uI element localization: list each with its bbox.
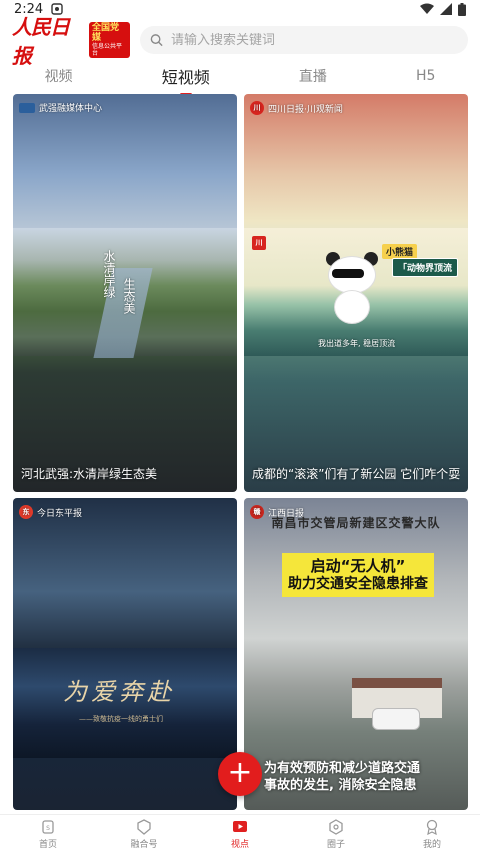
logo-badge-sub: 信息公共平台: [91, 43, 122, 57]
logo-badge-main: 全国党媒: [91, 23, 119, 43]
banner-line: 启动“无人机”: [310, 557, 406, 575]
search-icon: [150, 34, 163, 47]
card-title: 成都的“滚滚”们有了新公园 它们咋个耍: [252, 467, 460, 481]
header: 人民日报 全国党媒 信息公共平台: [0, 15, 480, 68]
tab-live[interactable]: 直播: [289, 62, 337, 90]
tab-video[interactable]: 视频: [35, 62, 83, 90]
overlay-subtitle: 为有效预防和减少道路交通 事故的发生, 消除安全隐患: [264, 760, 420, 794]
add-button[interactable]: +: [218, 752, 262, 796]
overlay-title: 为爱奔赴: [63, 678, 175, 706]
home-icon: S: [42, 820, 54, 834]
tag-label: 小熊猫: [382, 244, 418, 259]
source-name: 武强融媒体中心: [39, 104, 103, 114]
nav-label: 首页: [38, 840, 57, 850]
tab-h5[interactable]: H5: [406, 64, 445, 88]
nav-item-circle[interactable]: 圈子: [306, 819, 366, 850]
profile-icon: [426, 819, 438, 835]
overlay-banner: 启动“无人机” 助力交通安全隐患排查: [282, 553, 434, 597]
overlay-header: 南昌市交管局新建区交警大队: [271, 516, 441, 530]
subtitle-line: 事故的发生, 消除安全隐患: [264, 778, 417, 793]
video-thumbnail: 为爱奔赴 ——致敬抗疫一线的勇士们: [13, 648, 237, 758]
tab-short-video[interactable]: 短视频: [152, 60, 220, 96]
overlay-text: 水清岸绿: [102, 250, 116, 298]
card-title: 河北武强:水清岸绿生态美: [21, 467, 158, 481]
nav-item-fusion[interactable]: 融合号: [114, 819, 174, 850]
signal-icon: [440, 3, 452, 15]
source-logo-icon: [19, 102, 35, 113]
panda-illustration: [324, 252, 380, 326]
video-card[interactable]: 武强融媒体中心 水清岸绿 生态美 河北武强:水清岸绿生态美: [13, 94, 237, 492]
logo-badge: 全国党媒 信息公共平台: [88, 22, 130, 58]
svg-text:S: S: [46, 825, 50, 832]
nav-item-viewpoint[interactable]: 视点: [210, 819, 270, 850]
card-source: 东 今日东平报: [19, 505, 82, 519]
nav-label: 圈子: [326, 840, 345, 850]
video-caption: 我出道多年, 稳居顶流: [318, 339, 396, 348]
bottom-nav: S 首页 融合号 视点 圈子 我的: [0, 814, 480, 854]
video-icon: [233, 821, 247, 832]
video-thumbnail: 水清岸绿 生态美: [13, 228, 237, 358]
category-tabs: 视频 短视频 直播 H5: [0, 60, 480, 96]
search-bar[interactable]: [140, 26, 468, 54]
nav-label: 我的: [422, 840, 441, 850]
source-name: 四川日报·川观新闻: [268, 104, 343, 115]
video-card[interactable]: 川 四川日报·川观新闻 川 小熊猫 「动物界顶流 我出道多年, 稳居顶流 成都的…: [244, 94, 468, 492]
video-card[interactable]: 赣 江西日报 南昌市交管局新建区交警大队 启动“无人机” 助力交通安全隐患排查 …: [244, 498, 468, 810]
card-source: 川 四川日报·川观新闻: [250, 101, 343, 115]
source-logo-icon: 东: [19, 505, 33, 519]
source-name: 今日东平报: [37, 508, 83, 519]
nav-label: 视点: [230, 840, 249, 850]
banner-line: 助力交通安全隐患排查: [288, 576, 428, 592]
circle-icon: [329, 819, 343, 835]
source-logo-icon: 川: [250, 101, 264, 115]
video-thumbnail: 川 小熊猫 「动物界顶流 我出道多年, 稳居顶流: [244, 228, 468, 356]
nav-item-profile[interactable]: 我的: [402, 819, 462, 850]
channel-logo-icon: 川: [252, 236, 266, 250]
overlay-text: 生态美: [122, 278, 136, 314]
tag-label: 「动物界顶流: [392, 258, 459, 277]
nav-label: 融合号: [130, 840, 158, 850]
wifi-icon: [420, 3, 434, 14]
nav-item-home[interactable]: S 首页: [18, 819, 78, 850]
card-source: 武强融媒体中心: [19, 101, 102, 114]
search-input[interactable]: [171, 32, 458, 48]
battery-icon: [458, 2, 466, 16]
fusion-icon: [137, 819, 151, 835]
video-card[interactable]: 东 今日东平报 为爱奔赴 ——致敬抗疫一线的勇士们: [13, 498, 237, 810]
overlay-subtitle: ——致敬抗疫一线的勇士们: [79, 715, 163, 723]
police-car-shape: [372, 708, 420, 730]
subtitle-line: 为有效预防和减少道路交通: [264, 761, 421, 776]
